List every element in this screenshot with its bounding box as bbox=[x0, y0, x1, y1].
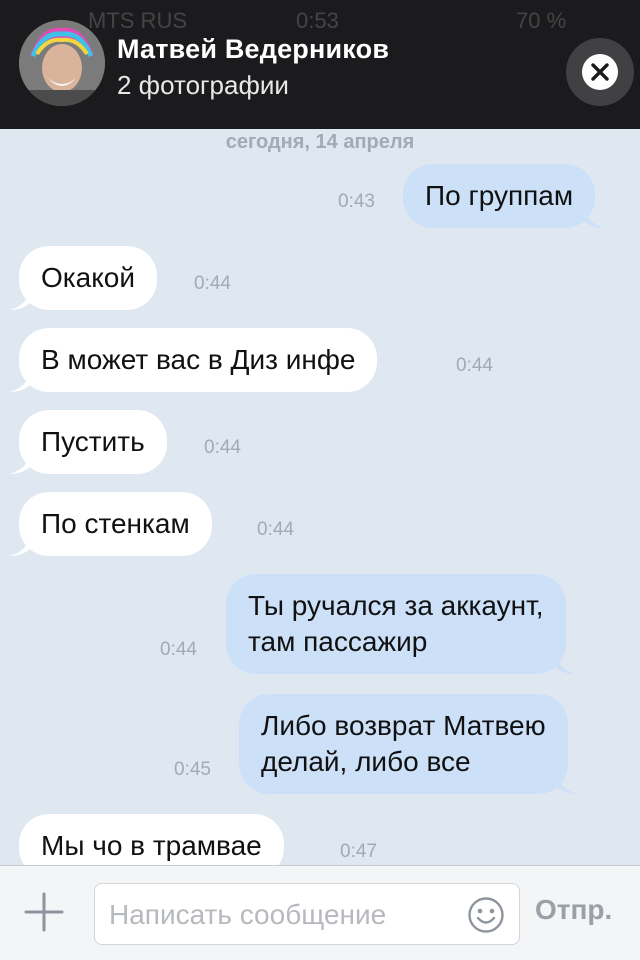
bubble-tail bbox=[9, 534, 31, 556]
message-text: Мы чо в трамвае bbox=[41, 830, 262, 861]
message-time: 0:43 bbox=[338, 191, 375, 212]
message-incoming[interactable]: Пустить bbox=[9, 410, 167, 474]
message-time: 0:44 bbox=[160, 639, 197, 660]
message-text: По стенкам bbox=[41, 508, 190, 539]
message-time: 0:44 bbox=[257, 519, 294, 540]
message-outgoing[interactable]: Ты ручался за аккаунт, там пассажир bbox=[226, 574, 576, 674]
message-outgoing[interactable]: По группам bbox=[403, 164, 606, 228]
message-time: 0:47 bbox=[340, 841, 377, 862]
message-incoming[interactable]: В может вас в Диз инфе bbox=[9, 328, 378, 392]
bubble-tail bbox=[9, 452, 31, 474]
compose-bar: Отпр. bbox=[0, 865, 640, 960]
message-text-line: там пассажир bbox=[248, 626, 428, 657]
close-icon bbox=[582, 54, 618, 90]
message-text: Пустить bbox=[41, 426, 145, 457]
message-text-line: Ты ручался за аккаунт, bbox=[248, 590, 544, 621]
plus-icon[interactable] bbox=[24, 892, 64, 932]
bubble-tail bbox=[553, 652, 576, 674]
send-button[interactable]: Отпр. bbox=[535, 894, 612, 926]
bubble-tail bbox=[555, 772, 578, 794]
status-carrier: MTS RUS bbox=[88, 8, 187, 33]
message-time: 0:45 bbox=[174, 759, 211, 780]
status-time: 0:53 bbox=[296, 8, 339, 33]
message-text-line: Либо возврат Матвею bbox=[261, 710, 546, 741]
message-incoming[interactable]: Мы чо в трамвае bbox=[19, 814, 284, 865]
smiley-icon[interactable] bbox=[467, 896, 505, 934]
bubble-tail bbox=[9, 370, 31, 392]
bubble-tail bbox=[9, 288, 31, 310]
contact-name: Матвей Ведерников bbox=[117, 34, 390, 64]
photo-count: 2 фотографии bbox=[117, 70, 289, 100]
message-list[interactable]: сегодня, 14 апреля По группам 0:43 Окако… bbox=[0, 129, 640, 865]
message-incoming[interactable]: Окакой bbox=[9, 246, 157, 310]
message-input[interactable] bbox=[109, 896, 459, 934]
bubble-tail bbox=[583, 206, 606, 228]
message-incoming[interactable]: По стенкам bbox=[9, 492, 212, 556]
status-battery: 70 % bbox=[516, 8, 567, 33]
message-time: 0:44 bbox=[456, 355, 493, 376]
message-text: По группам bbox=[425, 180, 574, 211]
message-text: В может вас в Диз инфе bbox=[41, 344, 356, 375]
message-field[interactable] bbox=[94, 883, 520, 945]
date-separator: сегодня, 14 апреля bbox=[225, 131, 415, 153]
message-time: 0:44 bbox=[204, 437, 241, 458]
message-text-line: делай, либо все bbox=[261, 746, 471, 777]
message-outgoing[interactable]: Либо возврат Матвею делай, либо все bbox=[239, 694, 578, 794]
close-button[interactable] bbox=[566, 38, 634, 106]
message-text: Окакой bbox=[41, 262, 135, 293]
bubble-tail bbox=[27, 856, 31, 865]
message-time: 0:44 bbox=[194, 273, 231, 294]
